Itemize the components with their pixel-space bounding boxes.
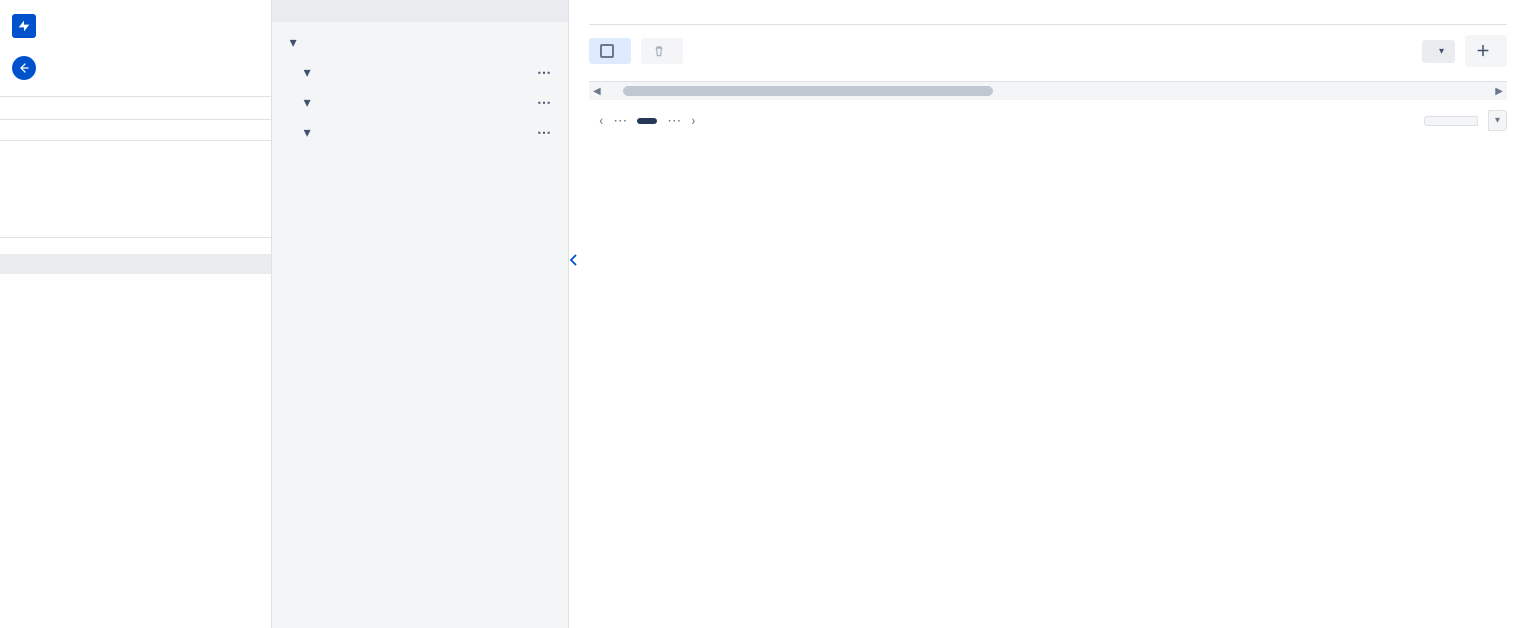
- pager-dots: ⋯: [613, 113, 627, 129]
- nav-manage-filters[interactable]: [0, 294, 271, 314]
- chevron-down-icon: ▾: [286, 35, 300, 51]
- chevron-down-icon: ▾: [300, 125, 314, 141]
- back-arrow-icon: [12, 56, 36, 80]
- back-to-project[interactable]: [0, 46, 271, 96]
- project-icon: [12, 14, 36, 38]
- pager-current: [637, 118, 657, 124]
- tree-unscheduled[interactable]: ▾ ⋯: [280, 58, 560, 88]
- plus-icon: ＋: [1476, 41, 1490, 61]
- create-new-cycle[interactable]: [272, 0, 568, 22]
- checkbox-icon: [600, 44, 614, 58]
- nav-zephyr[interactable]: [0, 97, 271, 119]
- tree-version-1-0[interactable]: ▾ ⋯: [280, 118, 560, 148]
- nav-section-design: [0, 141, 271, 157]
- pager-next[interactable]: ›: [691, 113, 695, 129]
- tree-unreleased[interactable]: ▾: [280, 28, 560, 58]
- pager-dots: ⋯: [667, 113, 681, 129]
- scroll-left-icon[interactable]: ◀: [589, 86, 607, 97]
- more-icon[interactable]: ⋯: [535, 95, 554, 111]
- columns-button[interactable]: ▾: [1422, 40, 1455, 63]
- pager-prev[interactable]: ‹: [599, 113, 603, 129]
- chevron-down-icon: ▾: [1439, 46, 1444, 57]
- tree-version-1-1[interactable]: ▾ ⋯: [280, 88, 560, 118]
- delete-button[interactable]: [641, 38, 683, 64]
- nav-import-tests[interactable]: [0, 217, 271, 237]
- add-tests-button[interactable]: ＋: [1465, 35, 1507, 67]
- nav-create-test[interactable]: [0, 157, 271, 177]
- more-icon[interactable]: ⋯: [535, 65, 554, 81]
- nav-search-tests[interactable]: [0, 197, 271, 217]
- nav-section-planning: [0, 238, 271, 254]
- nav-create-bdd[interactable]: [0, 177, 271, 197]
- trash-icon: [652, 44, 666, 58]
- nav-whats-new[interactable]: [0, 120, 271, 140]
- collapse-handle[interactable]: [568, 248, 580, 272]
- nav-cycle-summary[interactable]: [0, 254, 271, 274]
- page-size[interactable]: [1424, 116, 1478, 126]
- horizontal-scrollbar[interactable]: ◀ ▶: [589, 82, 1507, 100]
- nav-search-executions[interactable]: [0, 274, 271, 294]
- page-size-dropdown[interactable]: ▾: [1488, 110, 1507, 131]
- chevron-down-icon: ▾: [300, 65, 314, 81]
- more-icon[interactable]: ⋯: [535, 125, 554, 141]
- scroll-right-icon[interactable]: ▶: [1489, 86, 1507, 97]
- select-all-button[interactable]: [589, 38, 631, 64]
- chevron-down-icon: ▾: [300, 95, 314, 111]
- scrollbar-thumb[interactable]: [623, 86, 993, 96]
